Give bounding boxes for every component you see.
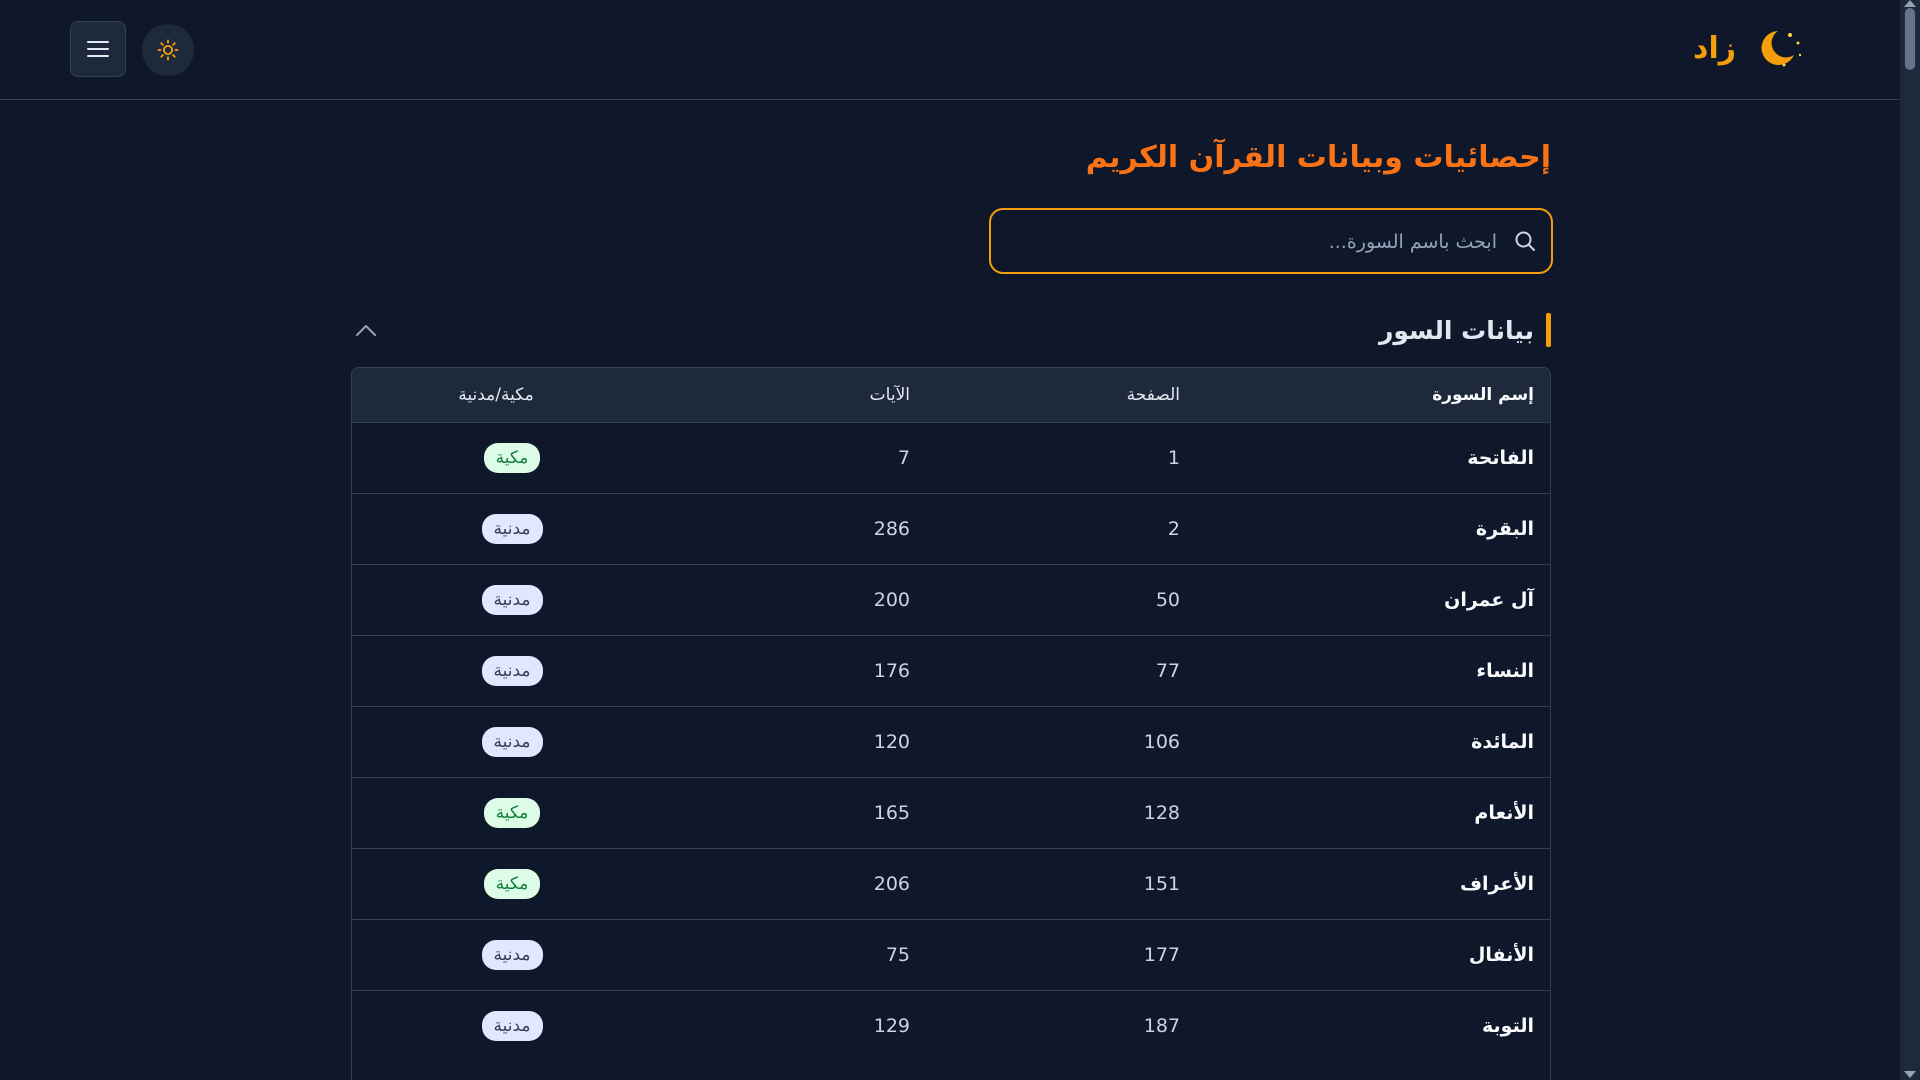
makki-badge: مكية	[483, 797, 541, 828]
surah-type-cell: مكية	[352, 777, 640, 848]
surah-page: 50	[1155, 588, 1180, 611]
type-cell-wrap: مدنية	[352, 1010, 640, 1041]
column-header-page[interactable]: الصفحة	[910, 368, 1180, 422]
top-header: زاد	[0, 0, 1900, 100]
surah-name: البقرة	[1475, 517, 1534, 540]
surah-page: 77	[1155, 659, 1180, 682]
section-title: بيانات السور	[1378, 315, 1534, 345]
surah-page: 106	[1143, 730, 1180, 753]
surah-page: 187	[1143, 1014, 1180, 1037]
menu-button[interactable]	[70, 21, 126, 77]
surah-type-cell: مكية	[352, 422, 640, 493]
surah-ayat: 206	[873, 872, 910, 895]
type-cell-wrap: مكية	[352, 797, 640, 828]
page-title: إحصائيات وبيانات القرآن الكريم	[1085, 140, 1551, 175]
type-cell-wrap: مدنية	[352, 939, 640, 970]
brand-logo[interactable]: زاد	[1693, 20, 1804, 76]
madani-badge: مدنية	[481, 1010, 543, 1041]
table-row[interactable]: المائدة 106 120 مدنية	[352, 706, 1550, 777]
scroll-up-icon[interactable]	[1904, 0, 1916, 7]
surah-ayat: 200	[873, 588, 910, 611]
table-row[interactable]: الأعراف 151 206 مكية	[352, 848, 1550, 919]
surah-page: 177	[1143, 943, 1180, 966]
madani-badge: مدنية	[481, 939, 543, 970]
surah-type-cell: مدنية	[352, 493, 640, 564]
table-row[interactable]: التوبة 187 129 مدنية	[352, 990, 1550, 1061]
hamburger-menu-icon	[87, 36, 109, 62]
madani-badge: مدنية	[481, 726, 543, 757]
section-accent-bar	[1546, 313, 1551, 347]
surah-page: 1	[1167, 446, 1180, 469]
table-row[interactable]: الفاتحة 1 7 مكية	[352, 422, 1550, 493]
madani-badge: مدنية	[481, 584, 543, 615]
surah-type-cell: مكية	[352, 848, 640, 919]
type-cell-wrap: مدنية	[352, 513, 640, 544]
surah-ayat: 129	[873, 1014, 910, 1037]
search-input[interactable]	[1015, 222, 1499, 262]
surah-name: الأنعام	[1474, 801, 1534, 824]
surah-name: الفاتحة	[1467, 446, 1534, 469]
search-icon[interactable]	[1513, 229, 1537, 253]
surah-ayat: 120	[873, 730, 910, 753]
section-header: بيانات السور	[1379, 313, 1551, 347]
surah-type-cell: مدنية	[352, 564, 640, 635]
surah-ayat: 165	[873, 801, 910, 824]
table-row[interactable]: الأنعام 128 165 مكية	[352, 777, 1550, 848]
chevron-up-icon[interactable]	[354, 320, 378, 340]
surah-type-cell: مدنية	[352, 990, 640, 1061]
surah-table: إسم السورة الصفحة الآيات مكية/مدنية الفا…	[351, 367, 1551, 1080]
sun-icon	[157, 39, 179, 61]
type-cell-wrap: مكية	[352, 868, 640, 899]
surah-ayat: 176	[873, 659, 910, 682]
table-header-row: إسم السورة الصفحة الآيات مكية/مدنية	[352, 368, 1550, 422]
surah-page: 2	[1167, 517, 1180, 540]
surah-name: الأعراف	[1459, 872, 1534, 895]
surah-name: النساء	[1476, 659, 1534, 682]
table-row[interactable]: الأنفال 177 75 مدنية	[352, 919, 1550, 990]
surah-page: 151	[1143, 872, 1180, 895]
type-cell-wrap: مدنية	[352, 655, 640, 686]
makki-badge: مكية	[483, 868, 541, 899]
surah-name: المائدة	[1471, 730, 1534, 753]
madani-badge: مدنية	[481, 655, 543, 686]
search-box	[989, 208, 1553, 274]
column-header-name[interactable]: إسم السورة	[1180, 368, 1550, 422]
page-scrollbar[interactable]	[1900, 0, 1920, 1080]
madani-badge: مدنية	[481, 513, 543, 544]
surah-ayat: 286	[873, 517, 910, 540]
scroll-down-icon[interactable]	[1904, 1071, 1916, 1078]
surah-type-cell: مدنية	[352, 706, 640, 777]
table-row[interactable]: آل عمران 50 200 مدنية	[352, 564, 1550, 635]
table-row[interactable]: النساء 77 176 مدنية	[352, 635, 1550, 706]
type-cell-wrap: مدنية	[352, 584, 640, 615]
scrollbar-thumb[interactable]	[1905, 8, 1915, 70]
surah-ayat: 75	[885, 943, 910, 966]
surah-type-cell: مدنية	[352, 635, 640, 706]
surah-type-cell: مدنية	[352, 919, 640, 990]
surah-name: التوبة	[1482, 1014, 1534, 1037]
makki-badge: مكية	[483, 442, 541, 473]
table-row[interactable]: البقرة 2 286 مدنية	[352, 493, 1550, 564]
type-cell-wrap: مكية	[352, 442, 640, 473]
surah-name: آل عمران	[1444, 588, 1534, 611]
surah-page: 128	[1143, 801, 1180, 824]
surah-name: الأنفال	[1468, 943, 1534, 966]
column-header-ayat[interactable]: الآيات	[640, 368, 910, 422]
theme-toggle-button[interactable]	[142, 24, 194, 76]
crescent-moon-icon	[1761, 31, 1802, 67]
column-header-type[interactable]: مكية/مدنية	[352, 368, 640, 422]
type-cell-wrap: مدنية	[352, 726, 640, 757]
surah-ayat: 7	[897, 446, 910, 469]
brand-name: زاد	[1693, 30, 1736, 66]
